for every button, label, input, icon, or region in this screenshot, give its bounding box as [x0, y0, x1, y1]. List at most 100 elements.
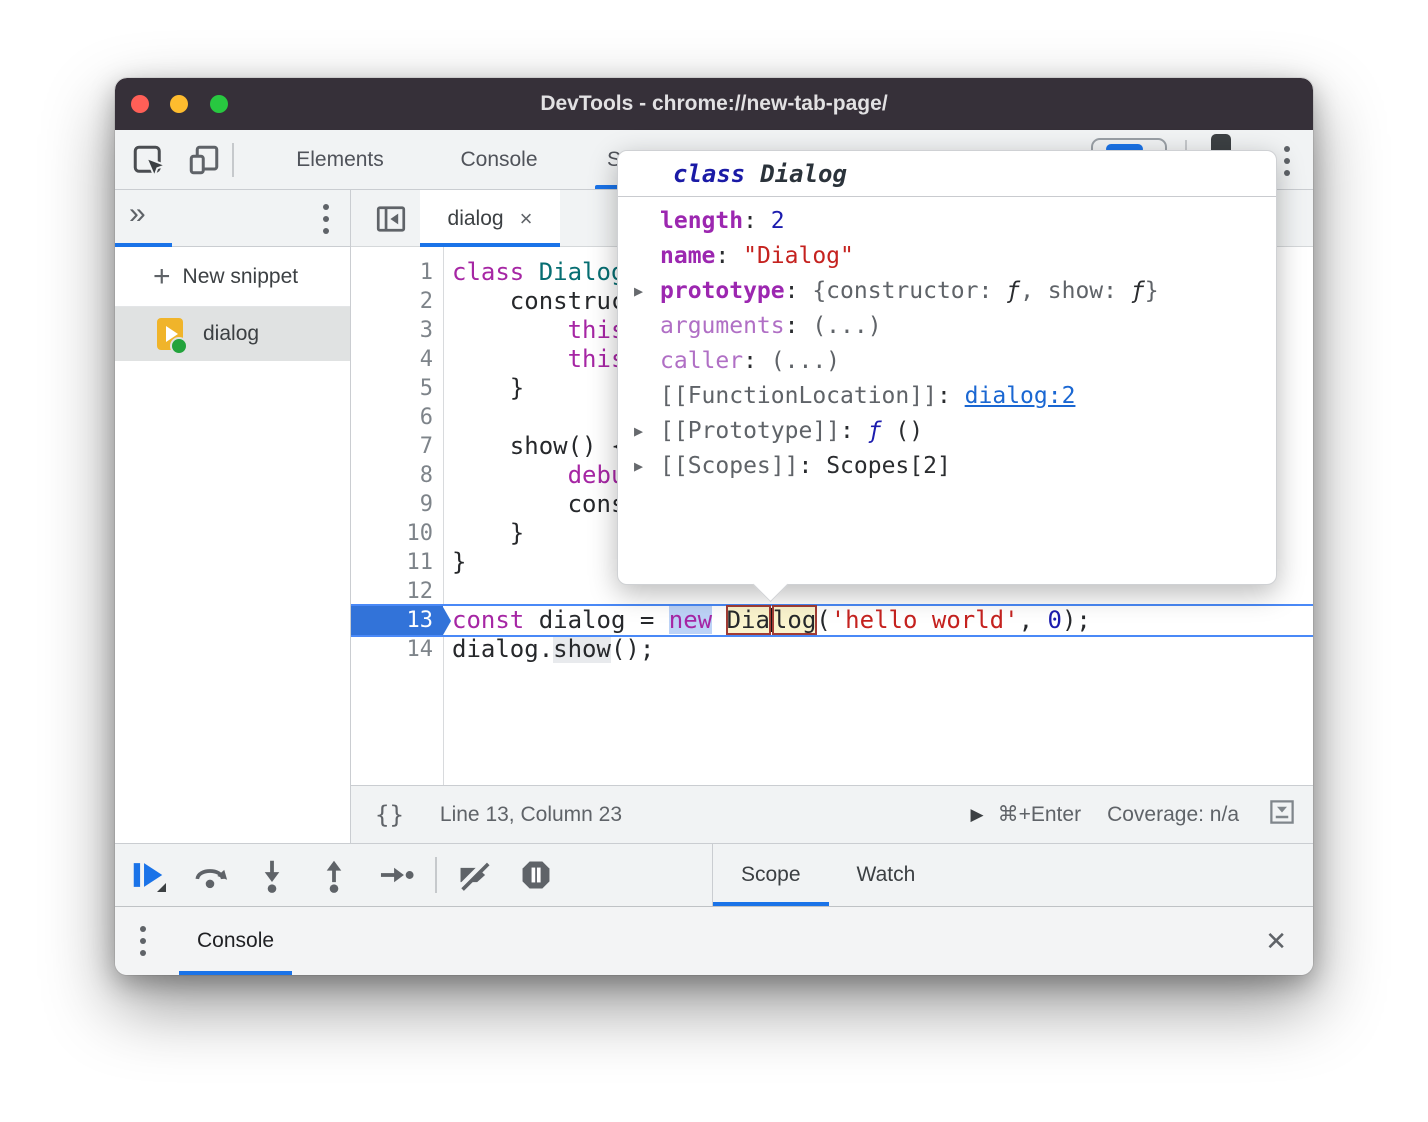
function-location-link[interactable]: dialog:2 [965, 383, 1076, 409]
code-token: ( [816, 606, 830, 634]
inspect-element-icon[interactable] [130, 142, 166, 178]
popup-rows: ▶length: 2▶name: "Dialog"▶prototype: {co… [618, 197, 1276, 483]
object-property-row[interactable]: ▶name: "Dialog" [618, 238, 1276, 273]
step-button[interactable] [377, 856, 415, 894]
property-segment: "Dialog" [743, 243, 854, 269]
property-text: [[Scopes]]: Scopes[2] [660, 453, 951, 479]
line-number[interactable]: 10 [351, 519, 443, 548]
expand-triangle-icon[interactable]: ▶ [634, 457, 660, 475]
pause-on-exceptions-button[interactable] [517, 856, 555, 894]
object-property-row[interactable]: ▶[[FunctionLocation]]: dialog:2 [618, 378, 1276, 413]
property-segment: : [785, 313, 813, 339]
property-segment: {constructor: [812, 278, 1006, 304]
line-number[interactable]: 6 [351, 403, 443, 432]
code-token: Dia [727, 606, 770, 634]
property-segment: length [660, 208, 743, 234]
code-token [524, 258, 538, 286]
run-snippet-icon[interactable]: ▶ [971, 805, 984, 825]
more-options-icon[interactable] [1283, 144, 1291, 178]
code-token: const [452, 606, 524, 634]
editor-statusbar: {} Line 13, Column 23 ▶ ⌘+Enter Coverage… [351, 785, 1313, 843]
new-snippet-label: New snippet [183, 265, 299, 289]
snippet-label: dialog [203, 322, 259, 346]
tab-scope[interactable]: Scope [713, 844, 829, 906]
line-number[interactable]: 11 [351, 548, 443, 577]
object-property-row[interactable]: ▶prototype: {constructor: ƒ, show: ƒ} [618, 273, 1276, 308]
code-token: Dialog [539, 258, 626, 286]
cursor-position: Line 13, Column 23 [440, 803, 622, 827]
line-number[interactable]: 13 [351, 606, 443, 635]
code-line[interactable]: 13const dialog = new Dialog('hello world… [351, 606, 1313, 635]
code-token: new [669, 606, 712, 634]
code-token: show [553, 635, 611, 663]
dock-preview-icon[interactable] [1267, 797, 1297, 833]
toggle-device-toolbar-icon[interactable] [186, 142, 222, 178]
tab-watch-label: Watch [857, 863, 916, 887]
line-number[interactable]: 1 [351, 258, 443, 287]
property-segment: prototype [660, 278, 785, 304]
window-title: DevTools - chrome://new-tab-page/ [115, 78, 1313, 130]
tab-drawer-console[interactable]: Console [179, 907, 292, 975]
pretty-print-icon[interactable]: {} [375, 801, 404, 829]
code-token: dialog. [452, 635, 553, 663]
code-token: dialog = [524, 606, 669, 634]
object-property-row[interactable]: ▶arguments: (...) [618, 308, 1276, 343]
step-into-button[interactable] [253, 856, 291, 894]
navigator-header: » [115, 190, 350, 247]
navigator-menu-icon[interactable] [322, 202, 330, 236]
object-property-row[interactable]: ▶[[Prototype]]: ƒ () [618, 413, 1276, 448]
code-line[interactable]: 14 dialog.show(); [351, 635, 1313, 664]
line-number[interactable]: 14 [351, 635, 443, 664]
close-drawer-icon[interactable]: ✕ [1265, 926, 1287, 957]
new-snippet-button[interactable]: + New snippet [115, 247, 350, 307]
resume-script-button[interactable] [129, 856, 167, 894]
line-number[interactable]: 8 [351, 461, 443, 490]
debugger-toolbar-divider [435, 857, 437, 893]
tab-elements-label: Elements [296, 148, 384, 171]
expand-triangle-icon[interactable]: ▶ [634, 282, 660, 300]
code-token [452, 316, 568, 344]
close-tab-icon[interactable]: × [520, 206, 533, 232]
line-number[interactable]: 7 [351, 432, 443, 461]
property-segment: () [882, 418, 924, 444]
expand-triangle-icon[interactable]: ▶ [634, 422, 660, 440]
deactivate-breakpoints-button[interactable] [455, 856, 493, 894]
line-number[interactable]: 12 [351, 577, 443, 606]
notification-icon[interactable] [1211, 134, 1231, 150]
editor-tab-dialog[interactable]: dialog × [420, 190, 560, 247]
tab-watch[interactable]: Watch [829, 844, 944, 906]
property-segment: (...) [812, 313, 881, 339]
tab-active-indicator [179, 971, 292, 975]
property-segment: [[Prototype]] [660, 418, 840, 444]
property-segment: [[Scopes]] [660, 453, 798, 479]
more-tabs-icon[interactable]: » [129, 197, 146, 231]
line-number[interactable]: 5 [351, 374, 443, 403]
property-segment: : [785, 278, 813, 304]
tab-elements[interactable]: Elements [275, 130, 405, 190]
object-popover: classDialog ▶length: 2▶name: "Dialog"▶pr… [617, 150, 1277, 585]
line-number[interactable]: 3 [351, 316, 443, 345]
code-token: 0 [1047, 606, 1061, 634]
long-press-indicator [157, 883, 166, 892]
object-property-row[interactable]: ▶length: 2 [618, 203, 1276, 238]
step-out-button[interactable] [315, 856, 353, 894]
titlebar[interactable]: DevTools - chrome://new-tab-page/ [115, 78, 1313, 130]
property-text: prototype: {constructor: ƒ, show: ƒ} [660, 278, 1159, 304]
object-property-row[interactable]: ▶caller: (...) [618, 343, 1276, 378]
tab-console[interactable]: Console [437, 130, 561, 190]
property-text: [[Prototype]]: ƒ () [660, 418, 923, 444]
code-token: (); [611, 635, 654, 663]
drawer-menu-icon[interactable] [139, 924, 147, 958]
hide-navigator-icon[interactable] [373, 201, 409, 237]
step-over-button[interactable] [191, 856, 229, 894]
code-token [712, 606, 726, 634]
sidebar-item-dialog[interactable]: dialog [115, 307, 350, 361]
line-number[interactable]: 4 [351, 345, 443, 374]
code-token: , [1019, 606, 1048, 634]
code-token: ); [1062, 606, 1091, 634]
code-token: } [452, 519, 524, 547]
line-number[interactable]: 2 [351, 287, 443, 316]
navigator-sidebar: » + New snippet dialog [115, 190, 351, 843]
line-number[interactable]: 9 [351, 490, 443, 519]
object-property-row[interactable]: ▶[[Scopes]]: Scopes[2] [618, 448, 1276, 483]
